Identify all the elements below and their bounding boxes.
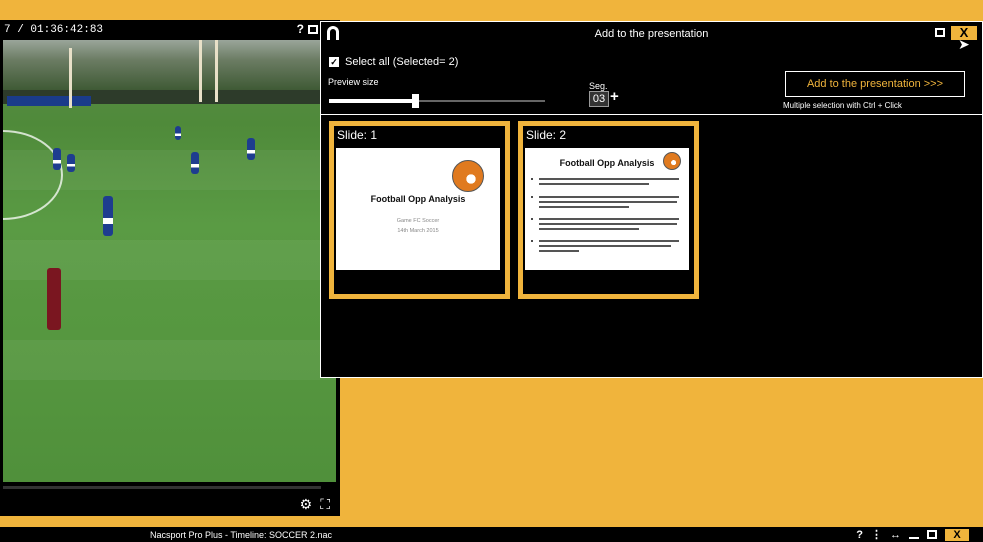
soccer-ball-icon: [452, 160, 484, 192]
slide-label: Slide: 2: [526, 128, 567, 142]
select-all-label: Select all (Selected= 2): [345, 56, 459, 68]
slide-bullet: [531, 194, 681, 210]
fullscreen-icon[interactable]: ⛶: [320, 496, 330, 513]
checkbox-checked-icon[interactable]: ✓: [329, 57, 339, 67]
pitch-stripe: [3, 340, 336, 380]
mouse-cursor-icon: ➤: [958, 36, 970, 52]
player: [103, 196, 113, 236]
preview-size-label: Preview size: [328, 77, 379, 87]
slider-fill: [329, 99, 416, 103]
multi-selection-hint: Multiple selection with Ctrl + Click: [783, 101, 902, 110]
player: [175, 126, 181, 140]
slide-subtitle: Game FC Soccer: [396, 218, 440, 224]
pitch-centre-circle: [3, 130, 63, 220]
seg-input[interactable]: 03: [589, 91, 609, 107]
seg-label: Seg.: [589, 81, 608, 91]
slider-thumb[interactable]: [412, 94, 420, 108]
maximize-icon[interactable]: [935, 28, 945, 37]
resize-arrows-icon[interactable]: ↔: [890, 529, 901, 541]
preview-size-slider[interactable]: [329, 94, 545, 108]
video-timecode: 7 / 01:36:42:83: [4, 24, 104, 36]
player: [47, 268, 61, 330]
player: [247, 138, 255, 160]
video-scrubber[interactable]: [3, 486, 321, 489]
slides-grid: Slide: 1 Football Opp Analysis Game FC S…: [321, 114, 982, 377]
goal-post: [215, 40, 218, 102]
seg-increment-button[interactable]: +: [610, 88, 619, 105]
maximize-icon[interactable]: [927, 530, 937, 539]
video-controls: ⚙ ⛶: [0, 482, 340, 516]
slide-title: Football Opp Analysis: [559, 158, 655, 168]
pitch-banner: [7, 96, 91, 106]
slide-title: Football Opp Analysis: [370, 194, 466, 204]
background-trees: [3, 40, 336, 90]
video-player-panel: 7 / 01:36:42:83 ? ⚙ ⛶: [0, 20, 340, 516]
app-window-title: Nacsport Pro Plus - Timeline: SOCCER 2.n…: [150, 530, 333, 540]
select-all-checkbox[interactable]: ✓ Select all (Selected= 2): [329, 56, 458, 68]
slide-bullet: [531, 238, 681, 254]
player: [67, 154, 75, 172]
slide-bullet: [531, 216, 681, 232]
video-frame[interactable]: [3, 40, 336, 502]
slide-thumbnail: Football Opp Analysis Game FC Soccer 14t…: [336, 148, 500, 270]
slide-label: Slide: 1: [337, 128, 378, 142]
dialog-title: Add to the presentation: [594, 28, 709, 40]
goal-post: [69, 48, 72, 108]
slide-date: 14th March 2015: [397, 228, 439, 234]
gear-icon[interactable]: ⚙: [300, 496, 313, 513]
slide-card-2[interactable]: Slide: 2 Football Opp Analysis: [518, 121, 699, 299]
player: [191, 152, 199, 174]
minimize-icon[interactable]: [909, 536, 919, 539]
slide-card-1[interactable]: Slide: 1 Football Opp Analysis Game FC S…: [329, 121, 510, 299]
pin-icon[interactable]: ⋮: [871, 528, 882, 541]
help-icon[interactable]: ?: [297, 22, 304, 36]
maximize-icon[interactable]: [308, 24, 318, 34]
close-app-button[interactable]: X: [945, 528, 969, 541]
goal-post: [199, 40, 202, 102]
add-to-presentation-dialog: Add to the presentation X ➤ ✓ Select all…: [320, 21, 983, 378]
add-to-presentation-button[interactable]: Add to the presentation >>>: [785, 71, 965, 97]
app-status-bar: Nacsport Pro Plus - Timeline: SOCCER 2.n…: [0, 527, 983, 542]
help-icon[interactable]: ?: [856, 529, 863, 541]
slide-bullet: [531, 176, 681, 192]
slide-thumbnail: Football Opp Analysis: [525, 148, 689, 270]
video-topbar: 7 / 01:36:42:83 ?: [0, 20, 340, 40]
player: [53, 148, 61, 170]
